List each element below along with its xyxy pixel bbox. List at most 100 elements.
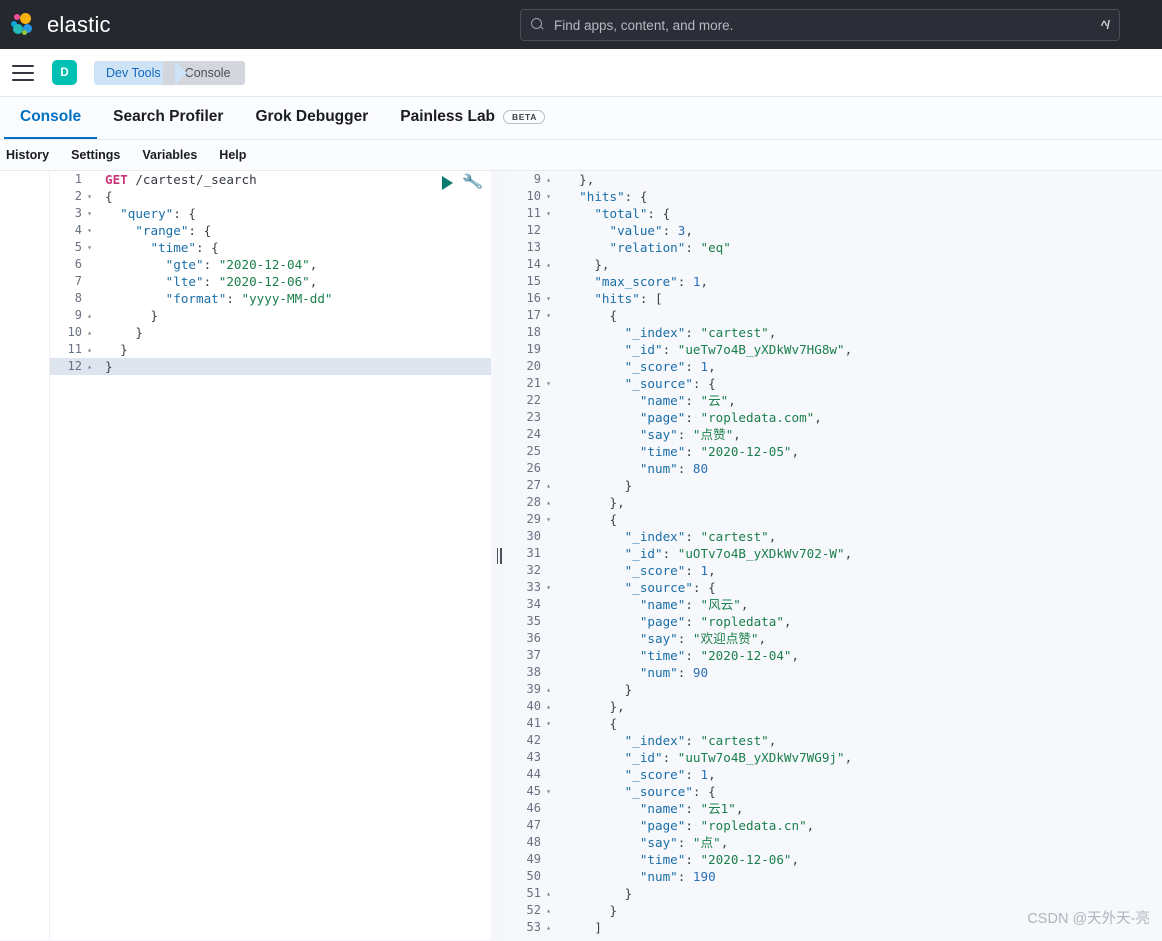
fold-toggle-icon[interactable]: ▾ bbox=[544, 294, 553, 303]
fold-toggle-icon[interactable]: ▴ bbox=[544, 175, 553, 184]
line-number: 20 bbox=[526, 359, 541, 373]
line-number: 50 bbox=[526, 869, 541, 883]
code-line: 16 ▾ "hits": [ bbox=[507, 290, 1162, 307]
pane-splitter[interactable] bbox=[491, 171, 507, 940]
response-viewer[interactable]: 9 ▴ }, 10 ▾ "hits": {11 ▾ "total": {12 "valu… bbox=[507, 171, 1162, 940]
line-number: 15 bbox=[526, 274, 541, 288]
toolbar-help[interactable]: Help bbox=[219, 148, 246, 162]
line-number: 24 bbox=[526, 427, 541, 441]
code-text: "_index": "cartest", bbox=[624, 325, 777, 340]
line-number: 45 ▾ bbox=[507, 783, 555, 800]
menu-toggle-icon[interactable] bbox=[12, 64, 34, 81]
search-input[interactable] bbox=[554, 17, 1101, 33]
code-line: 25 "time": "2020-12-05", bbox=[507, 443, 1162, 460]
code-line: 40 ▴ }, bbox=[507, 698, 1162, 715]
code-text: "_index": "cartest", bbox=[624, 529, 777, 544]
code-line: 11 ▴ } bbox=[50, 341, 491, 358]
fold-toggle-icon[interactable]: ▾ bbox=[544, 583, 553, 592]
code-text: } bbox=[609, 903, 618, 918]
line-number: 7 bbox=[74, 274, 82, 288]
fold-toggle-icon[interactable]: ▴ bbox=[544, 906, 553, 915]
fold-toggle-icon[interactable]: ▾ bbox=[544, 787, 553, 796]
fold-toggle-icon[interactable]: ▴ bbox=[544, 498, 553, 507]
line-number: 48 bbox=[526, 835, 541, 849]
fold-toggle-icon[interactable]: ▾ bbox=[544, 209, 553, 218]
fold-toggle-icon[interactable]: ▴ bbox=[85, 345, 94, 354]
tab-search-profiler-label: Search Profiler bbox=[113, 108, 224, 125]
code-line: 14 ▴ }, bbox=[507, 256, 1162, 273]
toolbar-history[interactable]: History bbox=[6, 148, 49, 162]
code-text: "time": "2020-12-05", bbox=[639, 444, 800, 459]
request-editor[interactable]: 🔧 1 GET /cartest/_search 2 ▾{3 ▾ "query": {4… bbox=[50, 171, 491, 940]
fold-toggle-icon[interactable]: ▴ bbox=[85, 362, 94, 371]
fold-toggle-icon[interactable]: ▾ bbox=[544, 515, 553, 524]
code-line: 44 "_score": 1, bbox=[507, 766, 1162, 783]
code-text: "name": "云", bbox=[639, 393, 736, 408]
code-text: { bbox=[105, 189, 113, 204]
console-toolbar: History Settings Variables Help bbox=[0, 140, 1162, 171]
code-text: "say": "点赞", bbox=[639, 427, 741, 442]
fold-toggle-icon[interactable]: ▾ bbox=[85, 209, 94, 218]
code-text: "time": { bbox=[150, 240, 219, 255]
tab-painless-lab[interactable]: Painless Lab BETA bbox=[384, 97, 561, 139]
tab-search-profiler[interactable]: Search Profiler bbox=[97, 97, 239, 139]
line-number: 39 ▴ bbox=[507, 681, 555, 698]
toolbar-settings[interactable]: Settings bbox=[71, 148, 120, 162]
fold-toggle-icon[interactable]: ▴ bbox=[85, 328, 94, 337]
code-text: "format": "yyyy-MM-dd" bbox=[165, 291, 333, 306]
fold-toggle-icon[interactable]: ▴ bbox=[544, 923, 553, 932]
fold-toggle-icon[interactable]: ▾ bbox=[544, 379, 553, 388]
code-line: 12 ▴} bbox=[50, 358, 491, 375]
code-line: 6 "gte": "2020-12-04", bbox=[50, 256, 491, 273]
wrench-icon[interactable]: 🔧 bbox=[462, 172, 485, 192]
tab-console[interactable]: Console bbox=[4, 97, 98, 139]
code-line: 5 ▾ "time": { bbox=[50, 239, 491, 256]
code-text: }, bbox=[609, 495, 625, 510]
brand-name: elastic bbox=[47, 11, 111, 37]
fold-toggle-icon[interactable]: ▾ bbox=[85, 192, 94, 201]
tab-grok-debugger[interactable]: Grok Debugger bbox=[239, 97, 384, 139]
code-text: "time": "2020-12-04", bbox=[639, 648, 800, 663]
code-text: "say": "欢迎点赞", bbox=[639, 631, 767, 646]
editor-panes: 🔧 1 GET /cartest/_search 2 ▾{3 ▾ "query": {4… bbox=[50, 171, 1162, 940]
code-line: 3 ▾ "query": { bbox=[50, 205, 491, 222]
line-number: 18 bbox=[526, 325, 541, 339]
fold-toggle-icon[interactable]: ▴ bbox=[544, 260, 553, 269]
fold-toggle-icon[interactable]: ▾ bbox=[544, 719, 553, 728]
fold-toggle-icon[interactable]: ▾ bbox=[85, 243, 94, 252]
line-number: 43 bbox=[526, 750, 541, 764]
line-number: 2 ▾ bbox=[50, 188, 96, 205]
fold-toggle-icon[interactable]: ▴ bbox=[544, 481, 553, 490]
line-number: 10 ▴ bbox=[50, 324, 96, 341]
toolbar-variables[interactable]: Variables bbox=[142, 148, 197, 162]
search-shortcut-hint: ^/ bbox=[1100, 18, 1110, 32]
line-number: 33 ▾ bbox=[507, 579, 555, 596]
code-line: 19 "_id": "ueTw7o4B_yXDkWv7HG8w", bbox=[507, 341, 1162, 358]
code-text: "range": { bbox=[135, 223, 212, 238]
avatar[interactable]: D bbox=[52, 60, 77, 85]
fold-toggle-icon[interactable]: ▾ bbox=[85, 226, 94, 235]
global-search[interactable]: ^/ bbox=[520, 9, 1120, 41]
fold-toggle-icon[interactable]: ▴ bbox=[544, 889, 553, 898]
line-number: 12 bbox=[526, 223, 541, 237]
code-line: 51 ▴ } bbox=[507, 885, 1162, 902]
fold-toggle-icon[interactable]: ▾ bbox=[544, 192, 553, 201]
fold-toggle-icon[interactable]: ▴ bbox=[544, 685, 553, 694]
brand[interactable]: elastic bbox=[0, 11, 111, 39]
fold-toggle-icon[interactable]: ▾ bbox=[544, 311, 553, 320]
code-line: 21 ▾ "_source": { bbox=[507, 375, 1162, 392]
left-rail bbox=[0, 171, 50, 940]
request-code[interactable]: 1 GET /cartest/_search 2 ▾ {3 ▾ "query": {4 ▾ … bbox=[50, 171, 491, 375]
fold-toggle-icon[interactable]: ▴ bbox=[544, 702, 553, 711]
line-number: 40 ▴ bbox=[507, 698, 555, 715]
line-number: 36 bbox=[526, 631, 541, 645]
code-text: } bbox=[624, 478, 633, 493]
line-number: 19 bbox=[526, 342, 541, 356]
code-text: ] bbox=[594, 920, 602, 935]
line-number: 49 bbox=[526, 852, 541, 866]
fold-toggle-icon[interactable]: ▴ bbox=[85, 311, 94, 320]
code-line: 38 "num": 90 bbox=[507, 664, 1162, 681]
line-number: 25 bbox=[526, 444, 541, 458]
code-line: 9 ▴ } bbox=[50, 307, 491, 324]
play-icon[interactable] bbox=[442, 176, 454, 190]
